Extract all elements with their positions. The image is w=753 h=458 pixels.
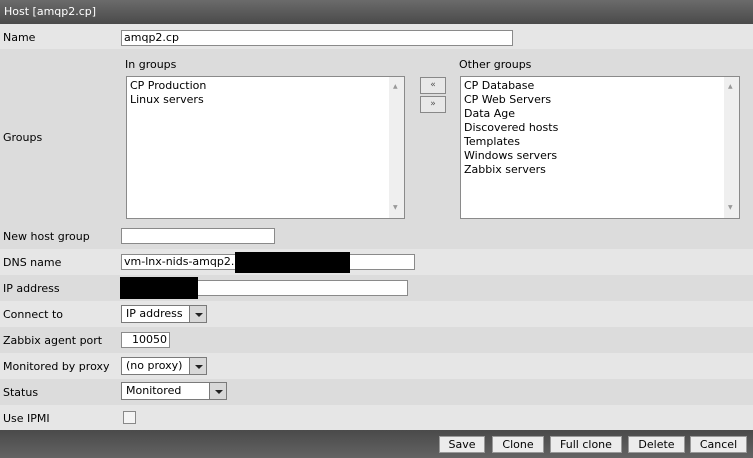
list-item[interactable]: CP Web Servers xyxy=(464,93,736,107)
chevron-down-icon xyxy=(189,358,206,374)
scrollbar[interactable] xyxy=(389,77,404,218)
scrollbar[interactable] xyxy=(724,77,739,218)
proxy-select[interactable]: (no proxy) xyxy=(121,357,207,375)
list-item[interactable]: Data Age xyxy=(464,107,736,121)
dns-row: DNS name vm-lnx-nids-amqp2. xyxy=(0,249,753,275)
list-item[interactable]: Linux servers xyxy=(130,93,401,107)
in-groups-label: In groups xyxy=(125,58,177,71)
connect-to-value: IP address xyxy=(126,307,183,320)
status-label: Status xyxy=(3,386,39,399)
status-value: Monitored xyxy=(126,384,182,397)
list-item[interactable]: Zabbix servers xyxy=(464,163,736,177)
groups-row: Groups In groups Other groups CP Product… xyxy=(0,49,753,223)
ip-row: IP address xyxy=(0,275,753,301)
port-row: Zabbix agent port 10050 xyxy=(0,327,753,353)
dns-label: DNS name xyxy=(3,256,62,269)
connect-to-label: Connect to xyxy=(3,308,64,321)
move-right-button[interactable]: » xyxy=(420,96,446,113)
form-header: Host [amqp2.cp] xyxy=(0,0,753,24)
ipmi-row: Use IPMI xyxy=(0,405,753,430)
status-select[interactable]: Monitored xyxy=(121,382,227,400)
new-host-group-row: New host group xyxy=(0,223,753,249)
connect-to-select[interactable]: IP address xyxy=(121,305,207,323)
full-clone-button[interactable]: Full clone xyxy=(550,436,622,453)
new-host-group-input[interactable] xyxy=(121,228,275,244)
groups-label: Groups xyxy=(3,131,43,144)
ip-label: IP address xyxy=(3,282,60,295)
cancel-button[interactable]: Cancel xyxy=(690,436,747,453)
name-label: Name xyxy=(3,31,36,44)
list-item[interactable]: Discovered hosts xyxy=(464,121,736,135)
list-item[interactable]: CP Database xyxy=(464,79,736,93)
list-item[interactable]: Templates xyxy=(464,135,736,149)
list-item[interactable]: Windows servers xyxy=(464,149,736,163)
port-label: Zabbix agent port xyxy=(3,334,103,347)
in-groups-list[interactable]: CP Production Linux servers xyxy=(126,76,405,219)
chevron-down-icon xyxy=(209,383,226,399)
proxy-value: (no proxy) xyxy=(126,359,183,372)
list-item[interactable]: CP Production xyxy=(130,79,401,93)
delete-button[interactable]: Delete xyxy=(628,436,685,453)
new-host-group-label: New host group xyxy=(3,230,90,243)
ipmi-label: Use IPMI xyxy=(3,412,50,425)
connect-to-row: Connect to IP address xyxy=(0,301,753,327)
name-input[interactable]: amqp2.cp xyxy=(121,30,513,46)
port-input[interactable]: 10050 xyxy=(121,332,170,348)
other-groups-label: Other groups xyxy=(459,58,532,71)
name-row: Name amqp2.cp xyxy=(0,24,753,49)
dns-value: vm-lnx-nids-amqp2. xyxy=(124,255,235,268)
proxy-row: Monitored by proxy (no proxy) xyxy=(0,353,753,379)
other-groups-list[interactable]: CP Database CP Web Servers Data Age Disc… xyxy=(460,76,740,219)
footer-bar: Save Clone Full clone Delete Cancel xyxy=(0,430,753,458)
chevron-down-icon xyxy=(189,306,206,322)
move-left-button[interactable]: « xyxy=(420,77,446,94)
proxy-label: Monitored by proxy xyxy=(3,360,110,373)
redaction xyxy=(120,277,198,299)
redaction xyxy=(235,252,350,273)
clone-button[interactable]: Clone xyxy=(492,436,544,453)
ipmi-checkbox[interactable] xyxy=(123,411,136,424)
status-row: Status Monitored xyxy=(0,379,753,405)
save-button[interactable]: Save xyxy=(439,436,485,453)
